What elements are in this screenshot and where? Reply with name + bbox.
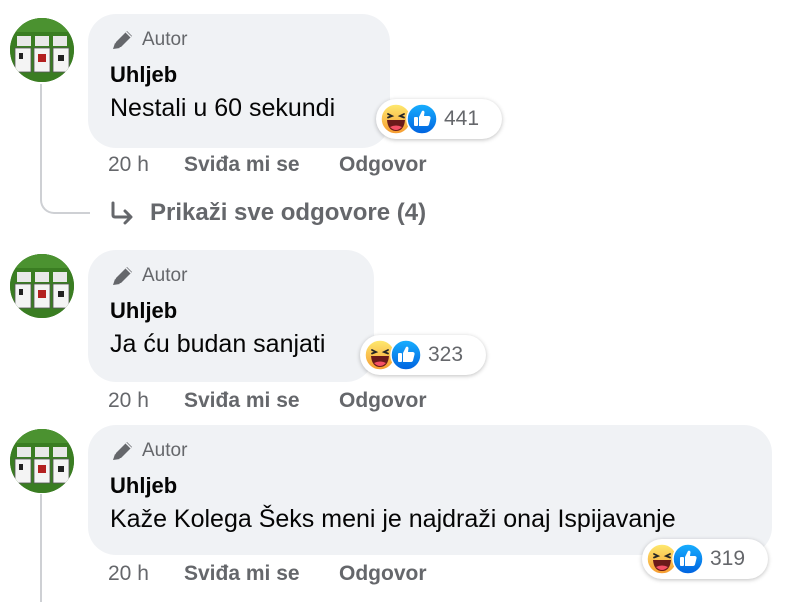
comment-actions: 20 h Sviđa mi se Odgovor <box>108 560 427 588</box>
pen-icon <box>113 31 132 49</box>
comment-author[interactable]: Uhljeb <box>110 298 352 324</box>
comment-text: Ja ću budan sanjati <box>110 330 326 358</box>
comment-text: Kaže Kolega Šeks meni je najdraži onaj I… <box>110 505 676 533</box>
like-button[interactable]: Sviđa mi se <box>184 153 339 177</box>
like-reaction-icon <box>390 339 422 371</box>
reply-button[interactable]: Odgovor <box>339 153 427 177</box>
pen-icon <box>113 267 132 285</box>
thread-line <box>40 84 42 194</box>
comment-text: Nestali u 60 sekundi <box>110 94 336 122</box>
comment-actions: 20 h Sviđa mi se Odgovor <box>108 151 427 179</box>
author-badge: Autor <box>110 439 750 463</box>
like-reaction-icon <box>406 103 438 135</box>
author-badge: Autor <box>110 264 352 288</box>
comment-actions: 20 h Sviđa mi se Odgovor <box>108 387 427 415</box>
like-button[interactable]: Sviđa mi se <box>184 562 339 586</box>
thread-connector <box>40 192 90 214</box>
like-button[interactable]: Sviđa mi se <box>184 389 339 413</box>
reply-arrow-icon <box>111 201 133 225</box>
reaction-count: 323 <box>428 343 464 366</box>
reactions-summary[interactable]: 323 <box>360 335 486 375</box>
timestamp[interactable]: 20 h <box>108 389 184 413</box>
author-badge: Autor <box>110 28 368 52</box>
timestamp[interactable]: 20 h <box>108 153 184 177</box>
comment-bubble: Autor Uhljeb Nestali u 60 sekundi <box>88 14 390 148</box>
like-reaction-icon <box>672 543 704 575</box>
reactions-summary[interactable]: 441 <box>376 99 502 139</box>
thread-line <box>40 494 42 602</box>
reply-button[interactable]: Odgovor <box>339 389 427 413</box>
avatar[interactable] <box>10 254 74 318</box>
author-badge-label: Autor <box>142 440 188 461</box>
timestamp[interactable]: 20 h <box>108 562 184 586</box>
show-replies-button[interactable]: Prikaži sve odgovore (4) <box>108 196 426 230</box>
reaction-count: 319 <box>710 547 746 570</box>
show-replies-label: Prikaži sve odgovore (4) <box>150 199 427 226</box>
avatar[interactable] <box>10 429 74 493</box>
author-badge-label: Autor <box>142 265 188 286</box>
comment-author[interactable]: Uhljeb <box>110 62 368 88</box>
pen-icon <box>113 442 132 460</box>
comment-author[interactable]: Uhljeb <box>110 473 750 499</box>
reactions-summary[interactable]: 319 <box>642 539 768 579</box>
avatar[interactable] <box>10 18 74 82</box>
author-badge-label: Autor <box>142 29 188 50</box>
comment-bubble: Autor Uhljeb Ja ću budan sanjati <box>88 250 374 382</box>
comment-bubble: Autor Uhljeb Kaže Kolega Šeks meni je na… <box>88 425 772 555</box>
reply-button[interactable]: Odgovor <box>339 562 427 586</box>
reaction-count: 441 <box>444 107 480 130</box>
